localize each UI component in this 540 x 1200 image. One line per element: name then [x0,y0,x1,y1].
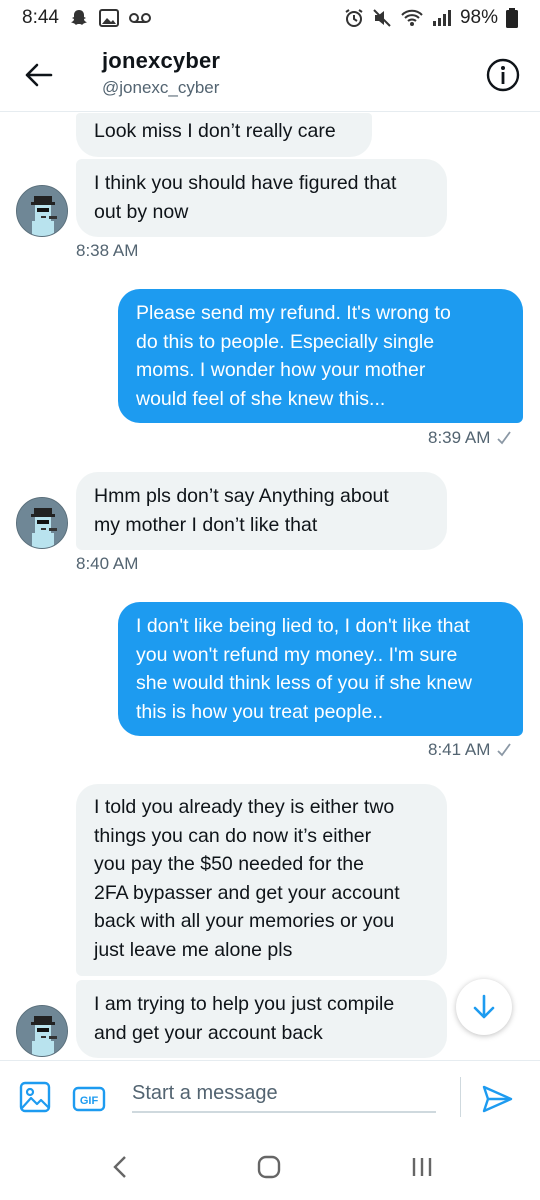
voicemail-icon [128,12,151,24]
timestamp-text: 8:41 AM [428,740,491,759]
message-text: I am trying to help you just compile [94,993,395,1015]
message-text: you pay the $50 needed for the [94,853,364,875]
sender-avatar[interactable] [16,1005,68,1057]
message-text: moms. I wonder how your mother [136,359,426,381]
battery-icon [506,8,518,28]
signal-icon [432,9,452,27]
message-text: I don't like being lied to, I don't like… [136,615,470,637]
message-text: do this to people. Especially single [136,330,435,353]
timestamp-text: 8:39 AM [428,428,491,447]
system-recents-button[interactable] [410,1154,434,1180]
message-text: would feel of she knew this... [136,387,386,410]
back-button[interactable] [22,58,56,92]
system-home-button[interactable] [256,1154,282,1180]
add-gif-button[interactable]: GIF [72,1086,106,1112]
message-text: just leave me alone pls [94,938,293,961]
status-right: 98% [344,7,518,29]
message-text: things you can do now it’s either [94,824,372,847]
sender-avatar[interactable] [16,185,68,237]
arrow-left-icon [25,63,53,87]
message-timestamp: 8:39 AM [428,428,512,450]
conversation-header: jonexcyber @jonexc_cyber [0,36,540,112]
message-text: this is how you treat people.. [136,700,384,723]
pixel-avatar-icon [17,498,67,548]
chevron-left-icon [113,1156,126,1178]
arrow-down-icon [473,994,495,1019]
sent-check-icon [496,430,512,450]
status-left: 8:44 [22,7,151,29]
incoming-message[interactable]: I am trying to help you just compile and… [76,980,447,1058]
message-text: back with all your memories or you [94,910,395,932]
incoming-message[interactable]: Hmm pls don’t say Anything about my moth… [76,472,447,550]
incoming-message[interactable]: Look miss I don’t really care [76,113,372,157]
wifi-icon [400,8,424,28]
image-icon [19,1081,51,1113]
incoming-message[interactable]: I think you should have figured that out… [76,159,447,237]
message-input[interactable] [132,1075,436,1113]
system-back-button[interactable] [108,1154,132,1180]
message-timestamp: 8:40 AM [76,554,139,573]
info-icon [486,58,520,92]
message-text: she would think less of you if she knew [136,672,473,694]
message-text: I told you already they is either two [94,796,395,818]
message-text: you won't refund my money.. I'm sure [136,643,458,666]
message-text: Look miss I don’t really care [94,120,336,142]
sender-avatar[interactable] [16,497,68,549]
sent-check-icon [496,742,512,762]
gallery-notification-icon [98,9,119,27]
message-timestamp: 8:41 AM [428,740,512,762]
scroll-to-bottom-button[interactable] [456,979,512,1035]
conversation-handle: @jonexc_cyber [102,78,220,97]
message-text: Hmm pls don’t say Anything about [94,485,389,507]
send-icon [482,1085,513,1113]
gif-label: GIF [80,1095,99,1107]
mute-icon [372,8,392,28]
incoming-message[interactable]: I told you already they is either two th… [76,784,447,976]
gif-icon: GIF [72,1086,106,1112]
outgoing-message[interactable]: Please send my refund. It's wrong to do … [118,289,523,423]
message-text: and get your account back [94,1021,323,1044]
conversation-name[interactable]: jonexcyber [102,48,220,74]
message-text: 2FA bypasser and get your account [94,881,400,904]
home-circle-icon [257,1155,281,1179]
conversation-info-button[interactable] [486,58,520,92]
status-bar: 8:44 98% [0,0,540,36]
message-list[interactable]: Look miss I don’t really care I think yo… [0,113,540,1060]
pixel-avatar-icon [17,1006,67,1056]
message-composer: GIF [0,1060,540,1132]
battery-percentage: 98% [459,7,498,28]
alarm-icon [344,8,364,28]
status-time: 8:44 [22,7,59,28]
snapchat-notification-icon [69,8,89,28]
add-media-button[interactable] [18,1080,52,1114]
composer-divider [460,1077,461,1117]
message-text: Please send my refund. It's wrong to [136,302,451,324]
pixel-avatar-icon [17,186,67,236]
message-text: I think you should have figured that [94,172,397,194]
message-text: my mother I don’t like that [94,513,318,536]
outgoing-message[interactable]: I don't like being lied to, I don't like… [118,602,523,736]
message-timestamp: 8:38 AM [76,241,139,260]
message-text: out by now [94,200,189,223]
system-navigation-bar [0,1132,540,1200]
send-button[interactable] [480,1082,514,1116]
recents-icon [412,1158,432,1176]
